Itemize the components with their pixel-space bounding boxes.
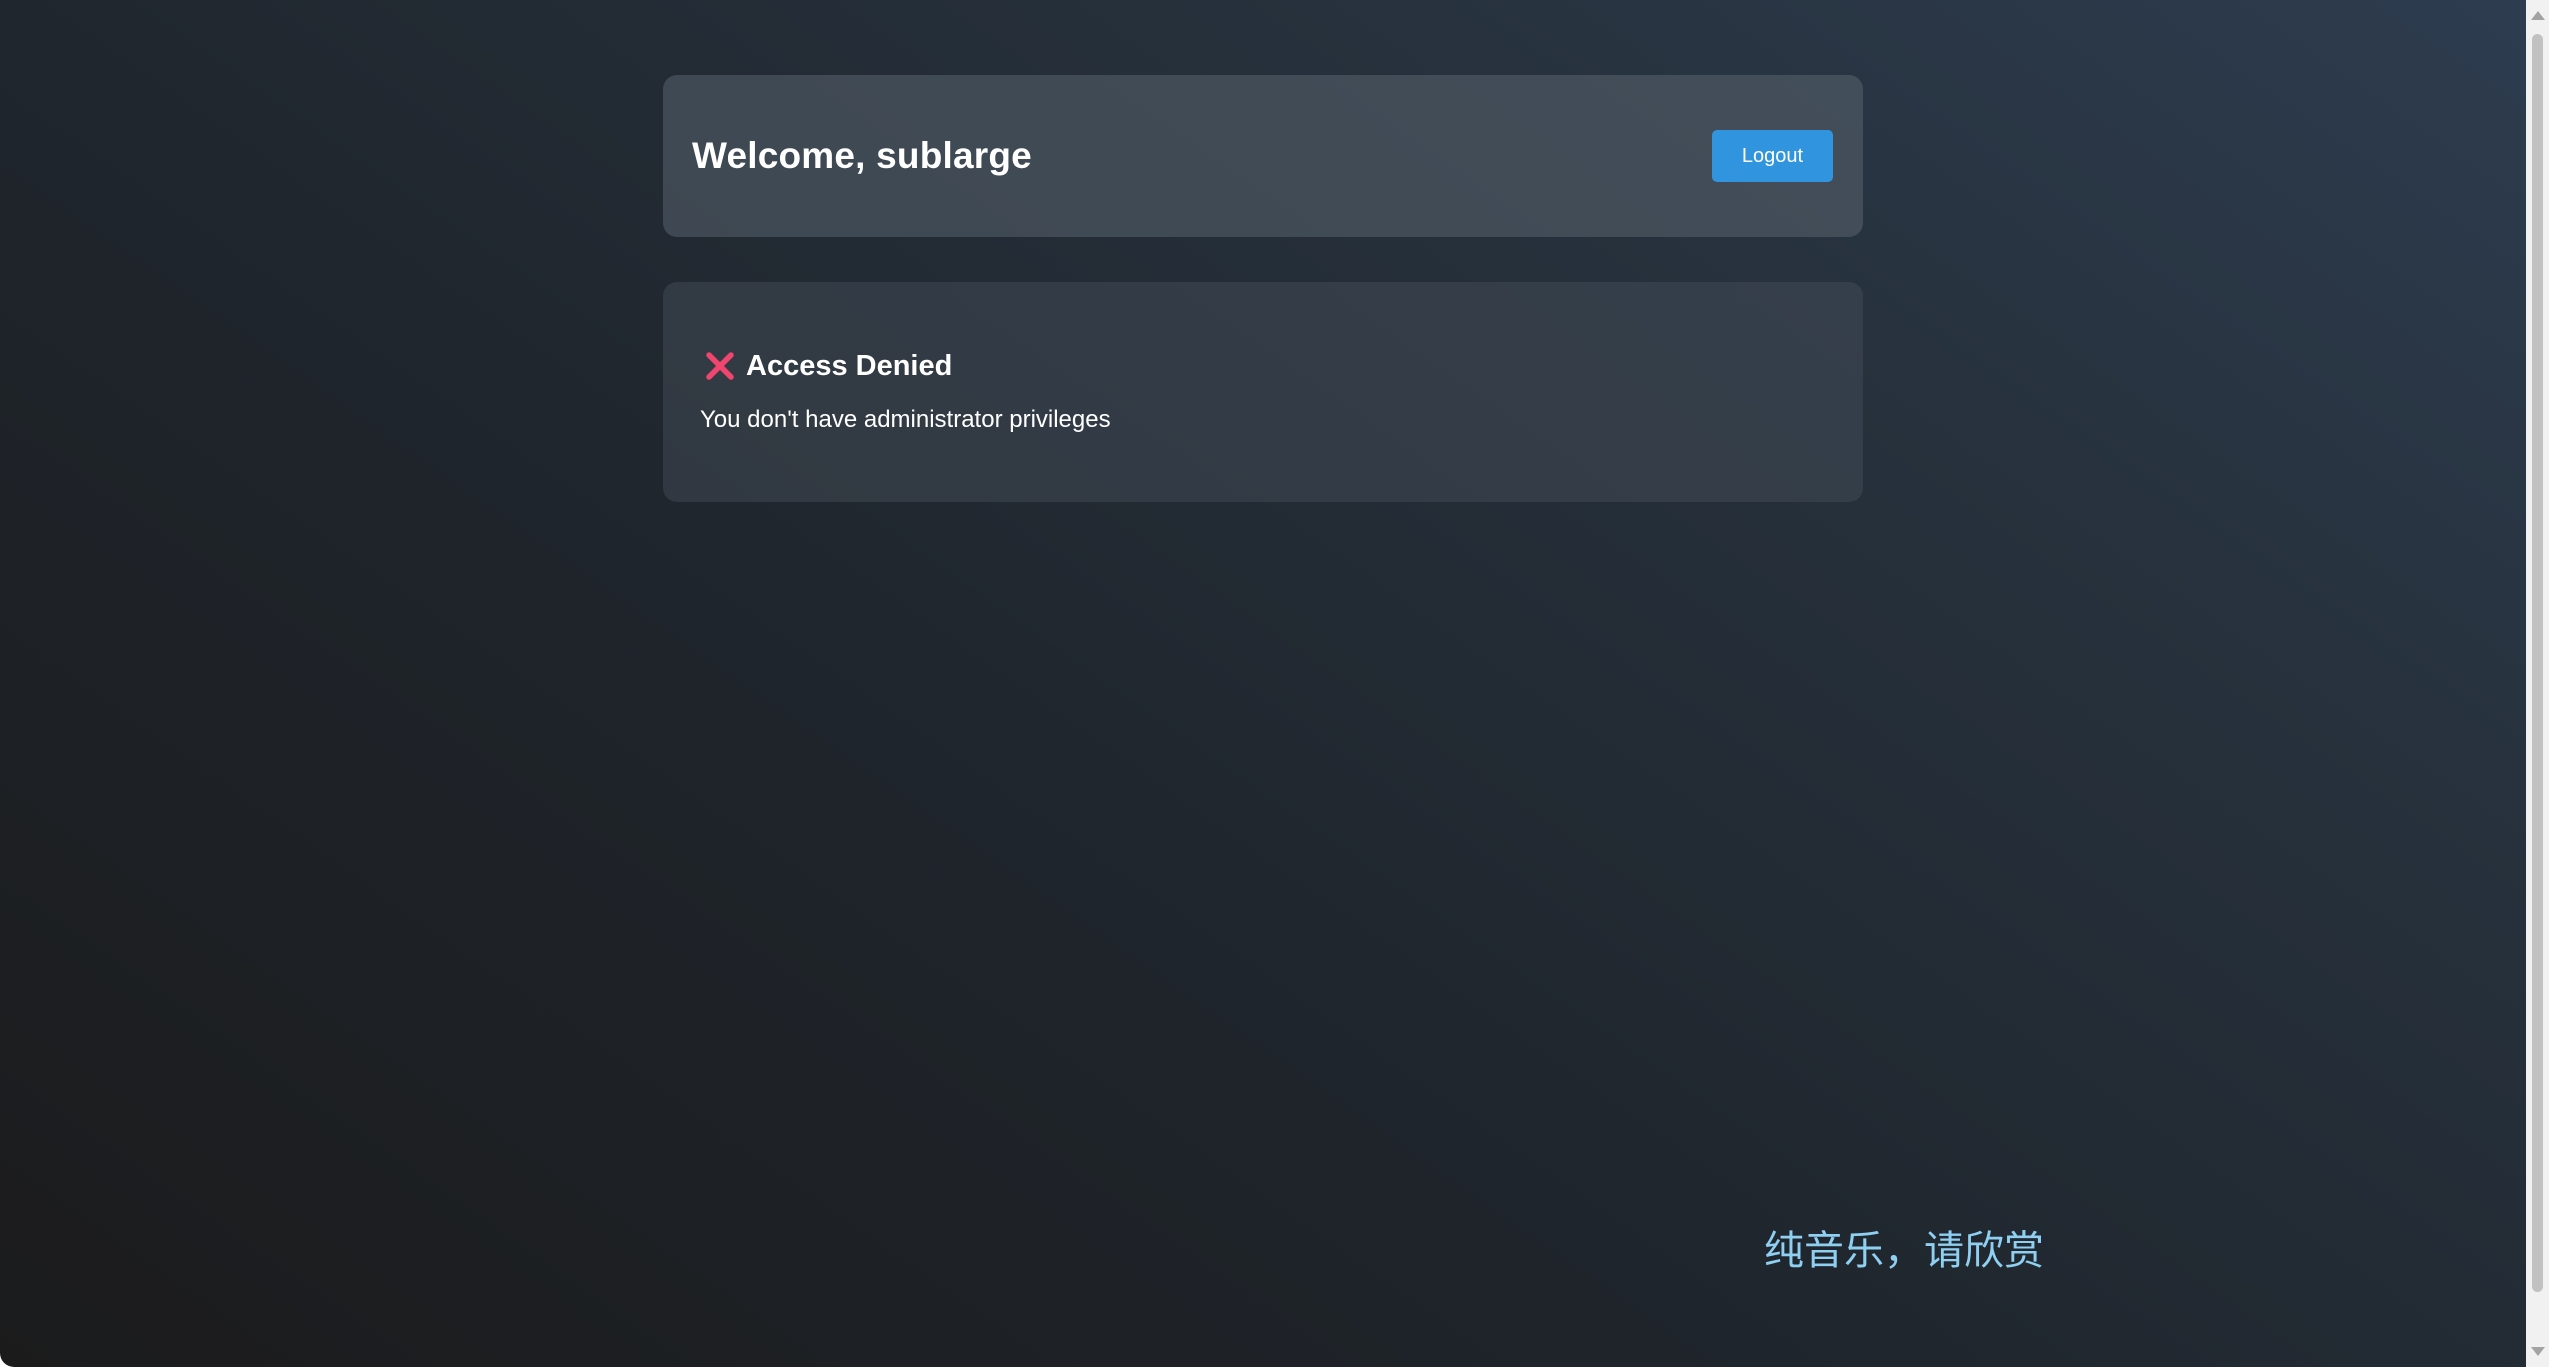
access-denied-title: Access Denied [746,349,953,382]
vertical-scrollbar[interactable] [2526,0,2549,1367]
scrollbar-thumb[interactable] [2532,34,2543,1292]
scroll-down-arrow-icon[interactable] [2531,1347,2545,1356]
logout-button[interactable]: Logout [1712,130,1833,182]
welcome-heading: Welcome, sublarge [692,135,1032,176]
page-background: Welcome, sublarge Logout Access Denied Y… [0,0,2526,1367]
access-denied-message: You don't have administrator privileges [700,406,1111,433]
cross-mark-icon [704,350,736,382]
header-card: Welcome, sublarge Logout [663,75,1863,237]
access-denied-heading: Access Denied [700,348,1826,384]
music-caption: 纯音乐，请欣赏 [1764,1228,2044,1274]
scroll-up-arrow-icon[interactable] [2531,11,2545,20]
access-denied-card: Access Denied You don't have administrat… [663,282,1863,502]
